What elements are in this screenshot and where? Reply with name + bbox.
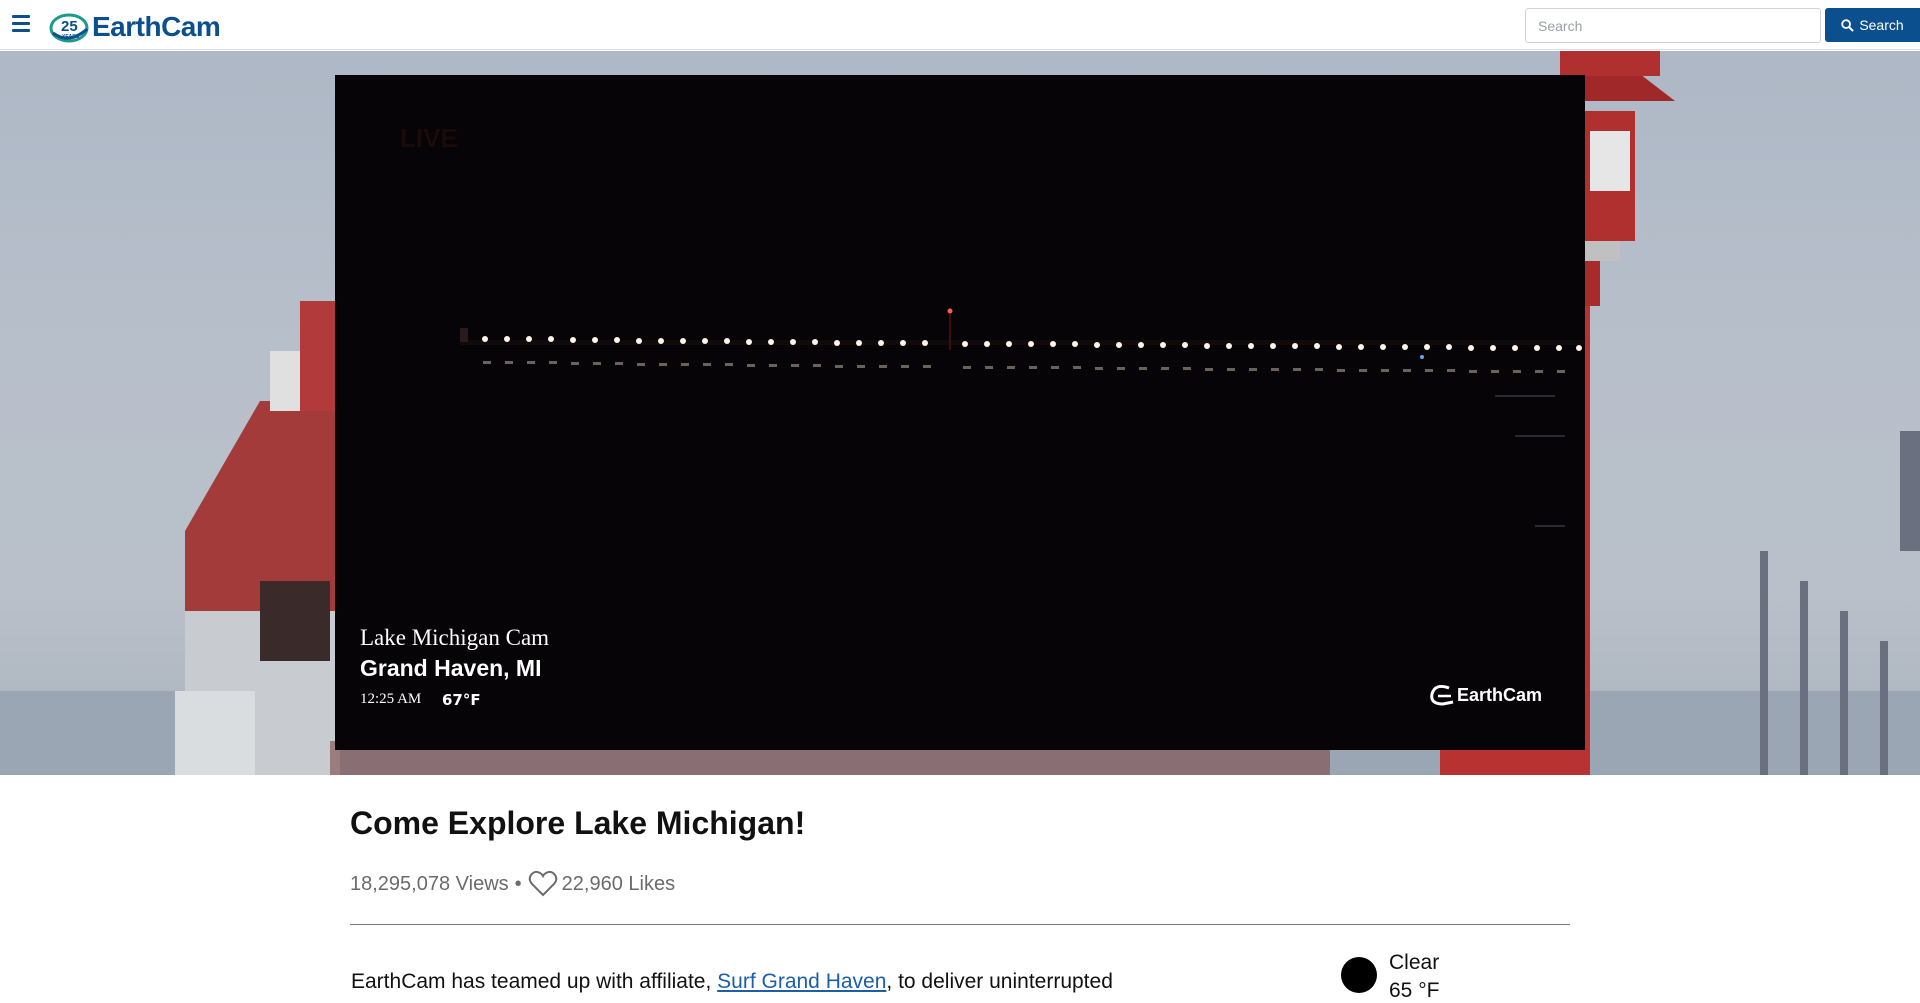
earthcam-swoosh-icon (1430, 685, 1454, 706)
description-after-link: , to deliver uninterrupted (886, 970, 1113, 993)
logo-text: EarthCam (92, 11, 221, 42)
stats-separator: • (514, 872, 522, 895)
hamburger-menu-icon[interactable] (12, 15, 34, 33)
description-text: EarthCam has teamed up with affiliate, S… (351, 970, 1113, 994)
search-button[interactable]: Search (1825, 8, 1920, 42)
search-input[interactable] (1525, 8, 1821, 43)
description-before-link: EarthCam has teamed up with affiliate, (351, 970, 718, 993)
earthcam-logo[interactable]: 25 YEARS EarthCam (49, 10, 221, 44)
svg-text:YEARS: YEARS (62, 34, 80, 40)
player-watermark-logo: EarthCam (1429, 684, 1542, 706)
likes-count: 22,960 Likes (561, 872, 676, 895)
moon-icon (1341, 957, 1377, 993)
content-divider (350, 924, 1570, 925)
video-player[interactable]: LIVE Lake Michigan Cam Grand Haven, MI 1… (335, 75, 1585, 750)
weather-temperature: 65 °F (1389, 979, 1440, 1002)
live-indicator: LIVE (400, 123, 458, 153)
camera-local-time: 12:25 AM (360, 691, 422, 707)
search-button-label: Search (1859, 17, 1904, 33)
earthcam-25-years-badge-icon: 25 YEARS (49, 13, 89, 43)
page-title: Come Explore Lake Michigan! (350, 805, 806, 841)
player-watermark-text: EarthCam (1457, 684, 1543, 705)
weather-condition: Clear (1389, 951, 1440, 974)
surf-grand-haven-link[interactable]: Surf Grand Haven (717, 970, 886, 993)
top-navigation-bar: 25 YEARS EarthCam Search (0, 0, 1920, 50)
camera-title: Lake Michigan Cam (360, 625, 550, 650)
svg-text:25: 25 (61, 18, 78, 35)
view-like-stats: 18,295,078 Views • 22,960 Likes (350, 870, 675, 898)
camera-location: Grand Haven, MI (360, 655, 542, 681)
heart-icon[interactable] (528, 870, 558, 898)
views-count: 18,295,078 Views (350, 872, 509, 895)
camera-temperature: 67°F (442, 691, 481, 709)
search-icon (1841, 18, 1855, 32)
